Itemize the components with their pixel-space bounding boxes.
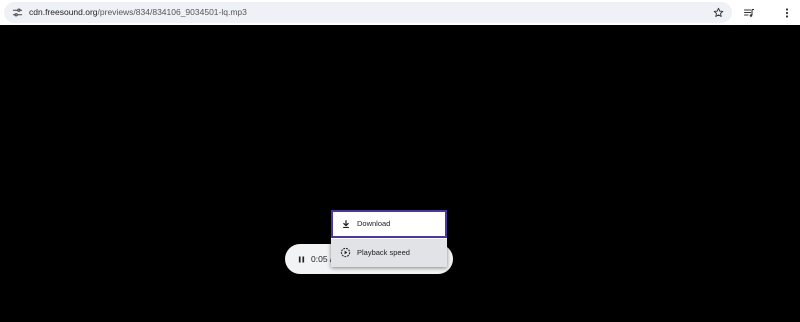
browser-toolbar: cdn.freesound.org/previews/834/834106_90… (0, 0, 800, 25)
playback-speed-label: Playback speed (357, 248, 410, 257)
download-menu-item[interactable]: Download (331, 210, 447, 238)
download-icon (340, 218, 351, 229)
download-label: Download (357, 219, 391, 228)
url-text[interactable]: cdn.freesound.org/previews/834/834106_90… (29, 6, 247, 19)
time-display: 0:05 / (311, 254, 333, 264)
url-path: /previews/834/834106_9034501-lq.mp3 (97, 7, 247, 17)
player-context-menu: Download Playback speed (331, 210, 447, 267)
url-host: cdn.freesound.org (29, 7, 98, 17)
playback-speed-icon (340, 247, 351, 258)
playback-speed-menu-item[interactable]: Playback speed (331, 239, 447, 267)
address-bar[interactable]: cdn.freesound.org/previews/834/834106_90… (4, 2, 732, 23)
pause-icon[interactable] (293, 251, 309, 267)
star-icon[interactable] (711, 5, 726, 20)
queue-music-icon[interactable] (740, 4, 757, 21)
more-vert-icon[interactable] (778, 4, 795, 21)
tune-icon[interactable] (10, 5, 25, 20)
